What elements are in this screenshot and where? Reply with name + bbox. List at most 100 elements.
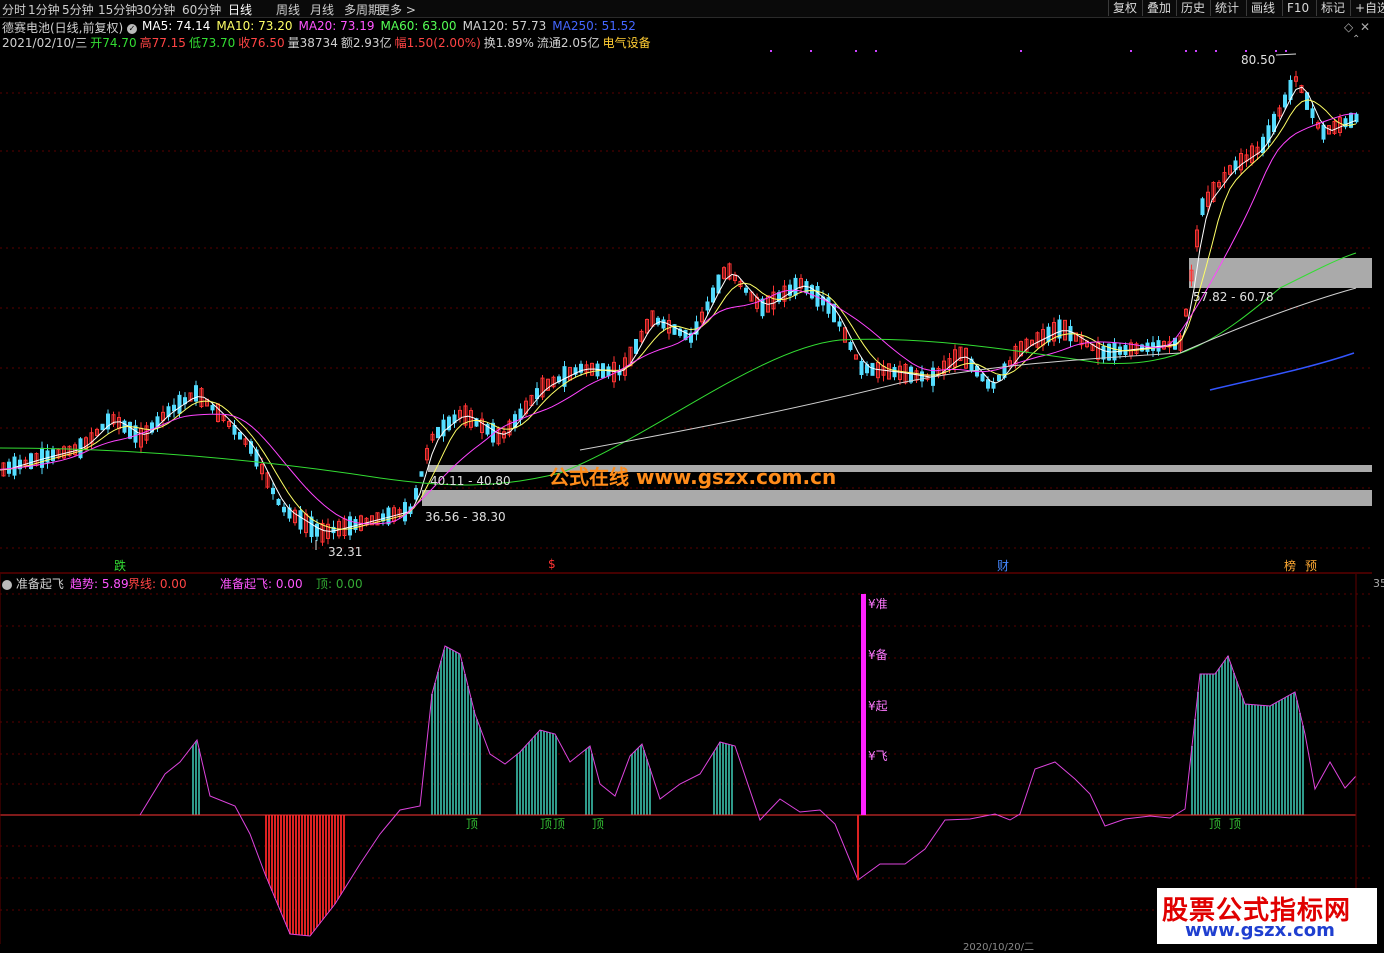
top-mark: 顶 (1229, 817, 1242, 831)
top-dot (810, 50, 812, 52)
candle-body (870, 362, 875, 376)
candle-body (386, 507, 391, 525)
period-tab[interactable]: 1分钟 (28, 1, 60, 18)
candle-body (826, 297, 831, 314)
candle-body (1321, 124, 1326, 140)
low-price-label: 32.31 (328, 545, 363, 559)
candle-body (315, 523, 319, 537)
signal-label: ¥准 (868, 597, 888, 611)
candle-body (276, 498, 281, 506)
signal-label: ¥飞 (868, 749, 888, 763)
toolbar-button[interactable]: 标记 (1316, 0, 1349, 16)
event-marker[interactable]: 预 (1305, 557, 1317, 574)
top-dot (1215, 50, 1217, 52)
toolbar-button[interactable]: 叠加 (1142, 0, 1175, 16)
top-mark: 顶 (540, 817, 553, 831)
high-arrow (1275, 53, 1297, 56)
zone-label-1: 57.82 - 60.78 (1193, 290, 1274, 304)
top-dot (1285, 50, 1287, 52)
toolbar-button[interactable]: 统计 (1210, 0, 1243, 16)
candle-body (661, 319, 666, 329)
toolbar-button[interactable]: 复权 (1108, 0, 1141, 16)
candle-body (381, 513, 385, 522)
top-mark: 顶 (592, 817, 605, 831)
candle-body (436, 426, 440, 439)
support-zone (422, 490, 1372, 506)
top-dot (1185, 50, 1187, 52)
top-dot (855, 50, 857, 52)
event-marker[interactable]: $ (548, 557, 556, 571)
candle-body (1046, 326, 1051, 343)
kline-chart[interactable] (0, 18, 1372, 574)
top-dot (1130, 50, 1132, 52)
period-tab[interactable]: 5分钟 (62, 1, 94, 18)
event-marker[interactable]: 财 (997, 557, 1009, 574)
candle-body (12, 456, 17, 476)
candle-body (634, 338, 638, 354)
candle-body (980, 373, 985, 382)
period-tab[interactable]: 日线 (228, 1, 252, 18)
period-tab[interactable]: 更多 > (378, 1, 416, 18)
top-dot (1275, 50, 1277, 52)
candle-body (848, 342, 853, 350)
high-price-label: 80.50 (1241, 53, 1276, 67)
candle-body (909, 366, 913, 383)
top-dot (1020, 50, 1022, 52)
candle-body (711, 287, 715, 303)
candle-body (194, 385, 198, 402)
period-toolbar: 分时 1分钟 5分钟 15分钟 30分钟 60分钟 日线 周线 月线 多周期 更多 > 复权 叠加 历史… (0, 0, 1384, 18)
candle-body (419, 471, 424, 477)
watermark: 公式在线 www.gszx.com.cn (549, 465, 837, 489)
period-tab[interactable]: 月线 (310, 1, 334, 18)
period-tab[interactable]: 周线 (276, 1, 300, 18)
candle-body (348, 516, 352, 536)
period-tab[interactable]: 60分钟 (182, 1, 221, 18)
site-logo: 股票公式指标网 www.gszx.com (1157, 888, 1377, 944)
candle-body (172, 404, 176, 412)
period-tab[interactable]: 分时 (2, 1, 26, 18)
candle-body (1310, 108, 1315, 119)
signal-label: ¥备 (868, 648, 888, 662)
top-mark: 顶 (1209, 817, 1222, 831)
candle-body (298, 510, 303, 530)
bottom-date: 2020/10/20/二 (963, 942, 1035, 953)
toolbar-button[interactable]: 画线 (1246, 0, 1279, 16)
period-tab[interactable]: 30分钟 (136, 1, 175, 18)
event-marker[interactable]: 跌 (114, 557, 126, 574)
candle-body (991, 381, 996, 389)
toolbar-button[interactable]: 历史 (1176, 0, 1209, 16)
candle-body (997, 374, 1001, 382)
zone-label-2: 40.11 - 40.80 (430, 474, 511, 488)
top-mark: 顶 (466, 817, 479, 831)
candle-body (177, 394, 182, 414)
candle-body (414, 488, 418, 500)
candle-body (859, 360, 864, 376)
candle-body (1305, 92, 1309, 110)
ma120-line (579, 287, 1357, 451)
ma60-line (0, 252, 1357, 486)
candle-body (1101, 345, 1106, 360)
candle-body (920, 371, 924, 382)
top-dot (770, 50, 772, 52)
candle-body (705, 301, 710, 311)
candle-body (7, 461, 11, 474)
top-dot (1195, 50, 1197, 52)
candle-body (837, 321, 842, 327)
candle-body (128, 421, 132, 439)
zone-label-3: 36.56 - 38.30 (425, 510, 506, 524)
candle-body (744, 287, 748, 293)
ma250-line (1209, 352, 1355, 391)
candle-body (1200, 198, 1205, 216)
candle-body (271, 487, 275, 495)
candle-body (133, 425, 138, 443)
top-dot (1245, 50, 1247, 52)
candle-body (793, 277, 798, 296)
logo-url: www.gszx.com (1185, 920, 1335, 941)
period-tab[interactable]: 15分钟 (98, 1, 137, 18)
top-dot (875, 50, 877, 52)
toolbar-button[interactable]: F10 (1282, 0, 1313, 16)
candle-body (282, 506, 286, 513)
toolbar-button[interactable]: +自选 (1350, 0, 1384, 16)
event-marker[interactable]: 榜 (1284, 557, 1296, 574)
period-tab[interactable]: 多周期 (344, 1, 380, 18)
